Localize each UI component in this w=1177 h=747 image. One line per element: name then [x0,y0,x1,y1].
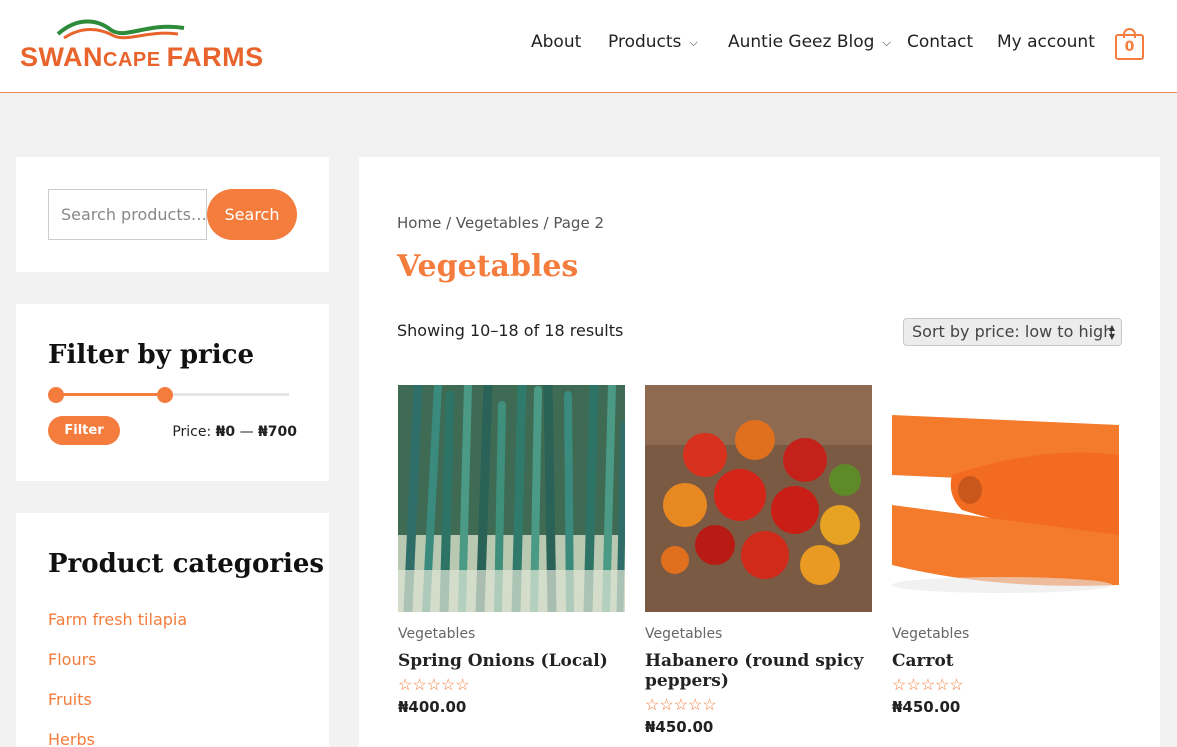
filter-button[interactable]: Filter [48,416,120,445]
habanero-image[interactable] [645,385,872,612]
carrot-image[interactable] [892,385,1119,612]
rating-stars-icon: ☆☆☆☆☆ [892,677,964,694]
nav-item-about[interactable]: About [531,32,581,52]
chevron-down-icon: ⌵ [882,36,891,49]
price-min: ₦0 [215,424,236,440]
price-filter-widget: Filter by price Filter Price: ₦0 — ₦700 [16,304,329,481]
product-category: Vegetables [892,626,970,642]
search-widget: Search products… Search [16,157,329,272]
category-link-flours[interactable]: Flours [48,650,97,669]
product-category: Vegetables [398,626,476,642]
logo-word-cape: CAPE [103,49,161,71]
product-price: ₦450.00 [645,718,714,736]
sort-select[interactable]: Sort by price: low to high ▲ ▼ [903,318,1122,346]
nav-item-contact[interactable]: Contact [907,32,973,52]
product-categories-widget: Product categories Farm fresh tilapia Fl… [16,513,329,747]
categories-title: Product categories [48,549,325,579]
nav-item-blog[interactable]: Auntie Geez Blog ⌵ [728,32,891,52]
product-name[interactable]: Carrot [892,651,1119,671]
chevron-down-icon: ⌵ [689,36,698,49]
nav-label: Auntie Geez Blog [728,32,875,52]
result-count: Showing 10–18 of 18 results [397,321,624,340]
nav-item-products[interactable]: Products ⌵ [608,32,698,52]
search-button[interactable]: Search [207,189,297,240]
logo-word-farms: FARMS [166,42,264,72]
cart-button[interactable]: 0 [1115,28,1144,60]
price-prefix: Price: [172,424,216,440]
rating-stars-icon: ☆☆☆☆☆ [398,677,470,694]
nav-label: My account [997,32,1095,52]
sort-selected-value: Sort by price: low to high [912,322,1114,341]
site-logo[interactable]: SWANCAPE FARMS [18,18,263,74]
logo-text: SWANCAPE FARMS [20,42,264,73]
site-header: SWANCAPE FARMS About Products ⌵ Auntie Ge… [0,0,1177,93]
product-name[interactable]: Habanero (round spicy peppers) [645,651,872,691]
category-link-tilapia[interactable]: Farm fresh tilapia [48,610,187,629]
spring-onions-image[interactable] [398,385,625,612]
price-slider-max-handle[interactable] [157,387,173,403]
price-range-label: Price: ₦0 — ₦700 [172,424,297,440]
category-link-herbs[interactable]: Herbs [48,730,95,747]
main-content: Home / Vegetables / Page 2 Vegetables Sh… [359,157,1160,747]
category-link-fruits[interactable]: Fruits [48,690,92,709]
price-slider-min-handle[interactable] [48,387,64,403]
search-input[interactable]: Search products… [48,189,207,240]
nav-label: Contact [907,32,974,52]
product-name[interactable]: Spring Onions (Local) [398,651,625,671]
nav-item-my-account[interactable]: My account [997,32,1095,52]
price-separator: — [235,424,259,440]
cart-count: 0 [1115,34,1144,60]
price-filter-title: Filter by price [48,340,254,370]
breadcrumb[interactable]: Home / Vegetables / Page 2 [397,214,604,232]
product-price: ₦400.00 [398,698,467,716]
logo-word-swan: SWAN [20,42,103,72]
select-arrows-icon: ▲ ▼ [1108,323,1115,341]
price-slider-range [56,393,165,396]
product-category: Vegetables [645,626,723,642]
price-max: ₦700 [258,424,297,440]
product-price: ₦450.00 [892,698,961,716]
logo-swoosh-icon [56,19,185,40]
nav-label: About [531,32,582,52]
rating-stars-icon: ☆☆☆☆☆ [645,697,717,714]
nav-label: Products [608,32,682,52]
page-title: Vegetables [397,249,579,284]
